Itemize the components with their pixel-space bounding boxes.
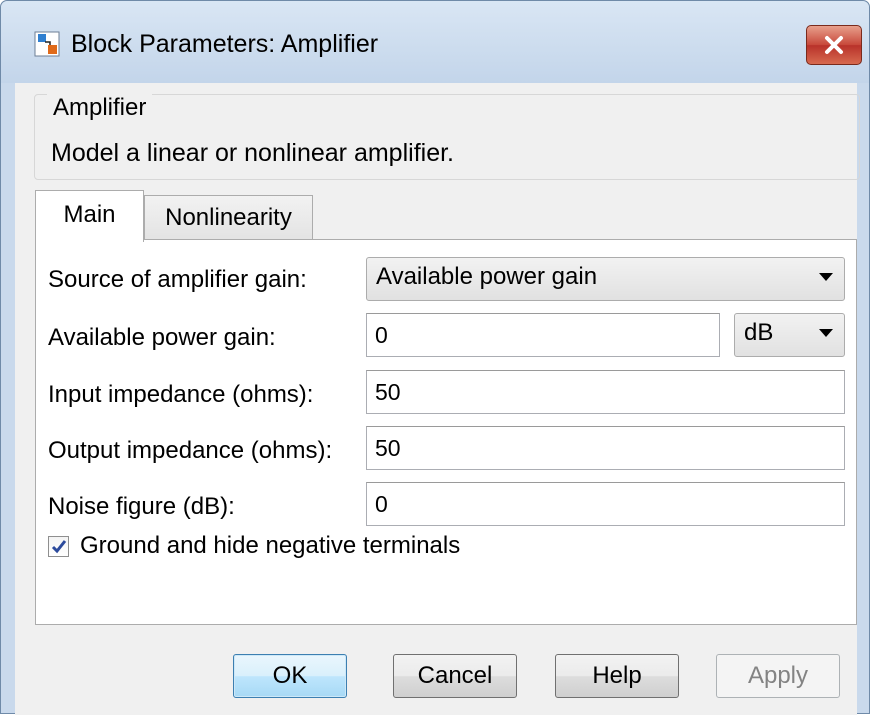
source-gain-label: Source of amplifier gain: [48,266,307,293]
checkmark-icon [51,540,67,554]
block-description: Model a linear or nonlinear amplifier. [51,139,454,167]
power-gain-value: 0 [375,322,388,348]
source-gain-value: Available power gain [376,263,598,290]
source-gain-dropdown[interactable]: Available power gain [366,257,845,301]
dropdown-arrow-icon [819,329,833,337]
noise-figure-input[interactable]: 0 [366,482,845,526]
main-tab-panel: Source of amplifier gain: Available powe… [35,239,857,625]
power-gain-input[interactable]: 0 [366,313,720,357]
dialog-window: Block Parameters: Amplifier Amplifier Mo… [0,0,870,715]
tab-nonlinearity[interactable]: Nonlinearity [144,195,313,240]
tab-main[interactable]: Main [35,190,144,242]
power-gain-label: Available power gain: [48,324,276,351]
dialog-body: Amplifier Model a linear or nonlinear am… [15,83,860,715]
title-bar[interactable]: Block Parameters: Amplifier [1,1,869,83]
close-button[interactable] [806,25,862,65]
output-impedance-value: 50 [375,435,401,461]
ok-button[interactable]: OK [233,654,347,698]
dropdown-arrow-icon [819,273,833,281]
ground-terminals-label[interactable]: Ground and hide negative terminals [80,532,460,560]
ground-terminals-checkbox[interactable] [48,536,69,557]
apply-button[interactable]: Apply [716,654,840,698]
input-impedance-input[interactable]: 50 [366,370,845,414]
group-label: Amplifier [47,94,153,122]
output-impedance-input[interactable]: 50 [366,426,845,470]
close-icon [825,36,843,54]
input-impedance-label: Input impedance (ohms): [48,381,314,408]
input-impedance-value: 50 [375,379,401,405]
power-gain-unit-dropdown[interactable]: dB [734,313,845,357]
window-title: Block Parameters: Amplifier [71,30,379,58]
help-button[interactable]: Help [555,654,679,698]
cancel-button[interactable]: Cancel [393,654,517,698]
power-gain-unit-value: dB [744,319,774,346]
simulink-block-icon [34,31,60,57]
noise-figure-label: Noise figure (dB): [48,493,235,520]
noise-figure-value: 0 [375,491,388,517]
output-impedance-label: Output impedance (ohms): [48,437,333,464]
description-group: Amplifier Model a linear or nonlinear am… [34,94,860,180]
